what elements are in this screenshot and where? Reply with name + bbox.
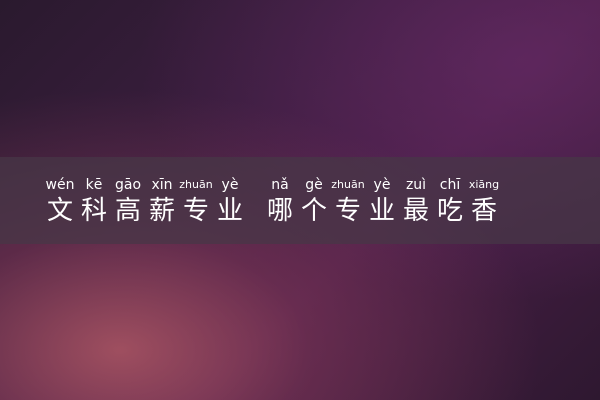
title-text: wén 文 kē 科 gāo 高 xīn 薪 zhuān 专 yè 业 nǎ 哪… xyxy=(43,176,501,228)
hanzi: 香 xyxy=(470,196,497,226)
hanzi: 科 xyxy=(80,196,107,226)
pinyin: xīn xyxy=(151,177,173,193)
pinyin: wén xyxy=(45,177,75,193)
hanzi: 文 xyxy=(46,196,73,226)
hanzi: 专 xyxy=(334,196,361,226)
hanzi: 最 xyxy=(402,196,429,226)
hanzi: 专 xyxy=(182,196,209,226)
title-char: zhuān 专 xyxy=(179,176,213,228)
hanzi: 个 xyxy=(300,196,327,226)
hanzi: 业 xyxy=(368,196,395,226)
pinyin: yè xyxy=(373,177,391,193)
hanzi: 薪 xyxy=(148,196,175,226)
title-char: zuì 最 xyxy=(399,176,433,228)
title-char: nǎ 哪 xyxy=(263,176,297,228)
hanzi: 吃 xyxy=(436,196,463,226)
pinyin: zuì xyxy=(405,177,427,193)
title-char: yè 业 xyxy=(365,176,399,228)
pinyin: kē xyxy=(85,177,103,193)
title-char: chī 吃 xyxy=(433,176,467,228)
pinyin: zhuān xyxy=(331,178,365,191)
title-char: zhuān 专 xyxy=(331,176,365,228)
hanzi: 哪 xyxy=(266,196,293,226)
title-char: wén 文 xyxy=(43,176,77,228)
title-char: gāo 高 xyxy=(111,176,145,228)
hanzi: 业 xyxy=(216,196,243,226)
pinyin: yè xyxy=(221,177,239,193)
pinyin: zhuān xyxy=(179,178,213,191)
title-char: xiāng 香 xyxy=(467,176,501,228)
pinyin: xiāng xyxy=(468,178,500,191)
hanzi: 高 xyxy=(114,196,141,226)
title-char: kē 科 xyxy=(77,176,111,228)
pinyin: gāo xyxy=(114,177,142,193)
pinyin: nǎ xyxy=(271,177,289,193)
pinyin: gè xyxy=(305,177,323,193)
title-char: yè 业 xyxy=(213,176,247,228)
pinyin: chī xyxy=(439,177,461,193)
title-char: gè 个 xyxy=(297,176,331,228)
title-char: xīn 薪 xyxy=(145,176,179,228)
